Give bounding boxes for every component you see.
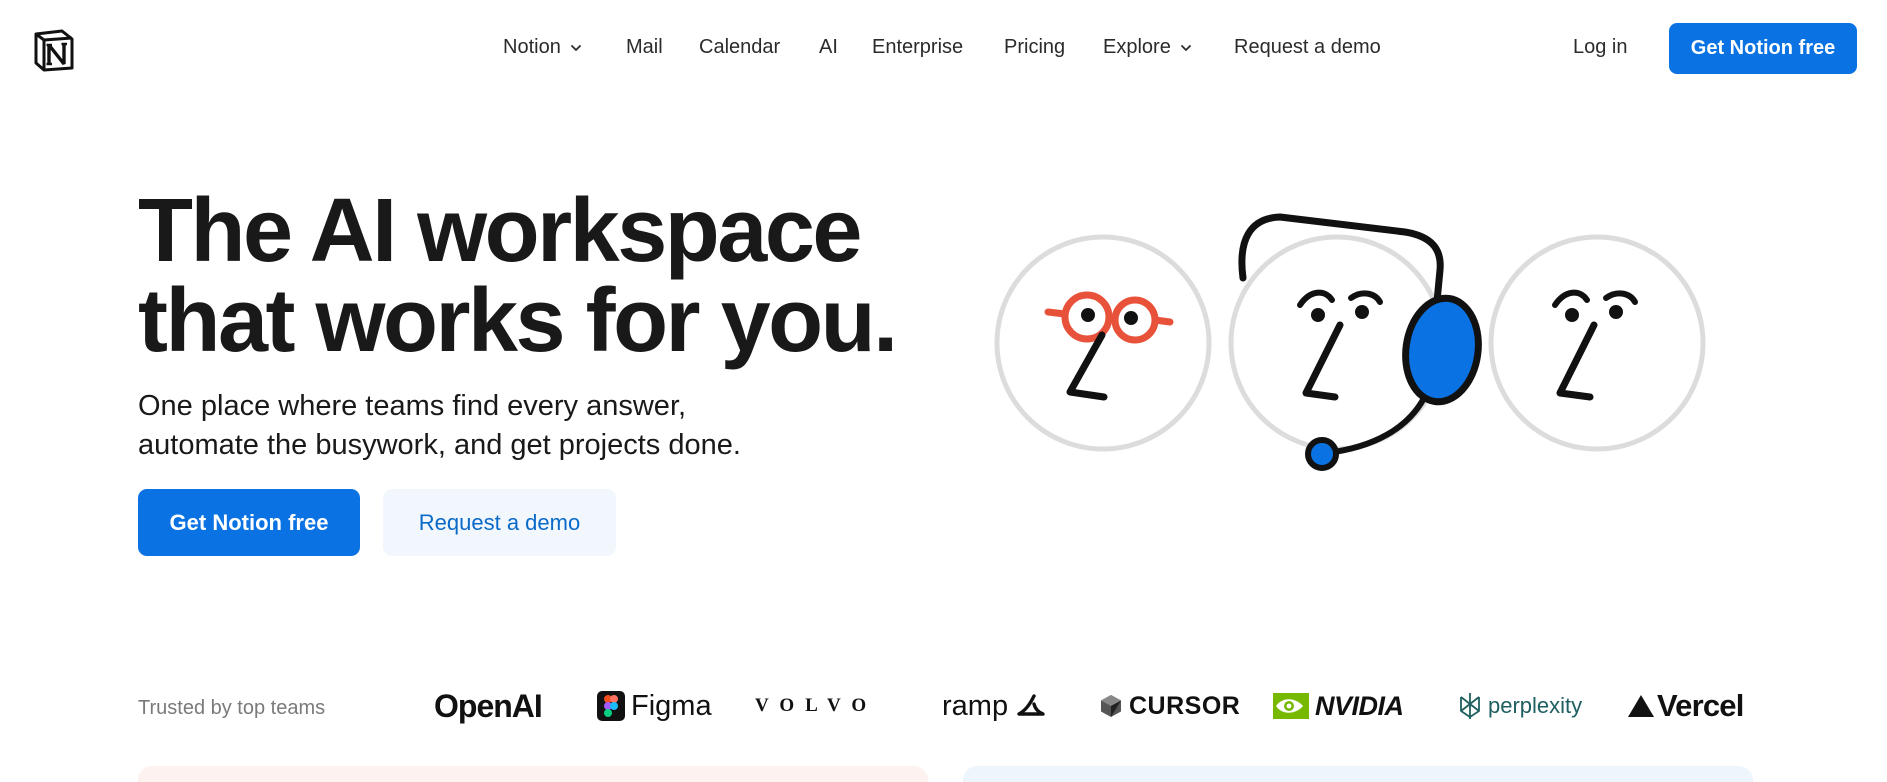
trusted-by-label: Trusted by top teams bbox=[138, 697, 326, 719]
get-notion-free-button[interactable]: Get Notion free bbox=[138, 489, 360, 556]
face-with-glasses-illustration bbox=[994, 234, 1212, 452]
ramp-icon bbox=[1017, 694, 1045, 716]
nav-item-label: Mail bbox=[626, 36, 663, 58]
openai-logo: OpenAI bbox=[434, 687, 543, 724]
nav-item-label: Enterprise bbox=[872, 36, 964, 58]
nav-item-mail[interactable]: Mail bbox=[626, 36, 663, 59]
brand-name: ramp bbox=[942, 689, 1009, 722]
nav-item-explore[interactable]: Explore bbox=[1103, 36, 1193, 59]
feature-card-preview bbox=[138, 766, 928, 782]
hero-subtitle-line: automate the busywork, and get projects … bbox=[138, 429, 741, 461]
figma-logo: Figma bbox=[597, 688, 712, 724]
chevron-down-icon bbox=[570, 44, 581, 51]
nav-item-enterprise[interactable]: Enterprise bbox=[872, 36, 963, 59]
nvidia-eye-icon bbox=[1273, 693, 1309, 719]
brand-name: OpenAI bbox=[434, 687, 543, 724]
cursor-logo: CURSOR bbox=[1099, 688, 1240, 724]
feature-card-preview bbox=[963, 766, 1753, 782]
hero-subtitle-line: One place where teams find every answer, bbox=[138, 390, 687, 422]
figma-icon bbox=[597, 691, 625, 721]
brand-name: perplexity bbox=[1488, 693, 1583, 718]
volvo-logo: VOLVO bbox=[755, 688, 877, 724]
vercel-triangle-icon bbox=[1628, 695, 1654, 717]
request-demo-button[interactable]: Request a demo bbox=[383, 489, 616, 556]
hero-title: The AI workspace that works for you. bbox=[138, 181, 898, 371]
brand-name: Figma bbox=[631, 689, 712, 722]
face-illustration bbox=[1488, 234, 1706, 452]
cursor-cube-icon bbox=[1101, 695, 1121, 717]
nav-item-ai[interactable]: AI bbox=[819, 36, 838, 59]
hero-subtitle: One place where teams find every answer,… bbox=[138, 387, 741, 465]
vercel-logo: Vercel bbox=[1627, 688, 1744, 724]
brand-name: CURSOR bbox=[1129, 691, 1241, 720]
nav-item-label: AI bbox=[819, 36, 838, 58]
chevron-down-icon bbox=[1180, 44, 1191, 51]
nvidia-logo: NVIDIA bbox=[1273, 688, 1404, 724]
ramp-logo: ramp bbox=[942, 688, 1052, 724]
nav-item-label: Request a demo bbox=[1234, 36, 1381, 58]
hero-title-line: The AI workspace bbox=[138, 181, 862, 281]
perplexity-icon bbox=[1460, 693, 1480, 719]
hero-title-line: that works for you. bbox=[138, 271, 898, 371]
nav-item-label: Pricing bbox=[1004, 36, 1066, 58]
top-navigation: Notion Mail Calendar AI Enterprise Prici… bbox=[0, 0, 1887, 98]
nav-item-calendar[interactable]: Calendar bbox=[699, 36, 780, 59]
face-with-headset-illustration bbox=[1228, 213, 1482, 471]
nav-item-notion[interactable]: Notion bbox=[503, 36, 583, 59]
nav-item-label: Notion bbox=[503, 36, 561, 58]
nav-item-label: Explore bbox=[1103, 36, 1171, 58]
nav-item-label: Calendar bbox=[699, 36, 781, 58]
brand-name: Vercel bbox=[1657, 688, 1744, 723]
login-link[interactable]: Log in bbox=[1573, 36, 1628, 59]
brand-name: NVIDIA bbox=[1315, 690, 1404, 721]
perplexity-logo: perplexity bbox=[1458, 688, 1582, 724]
nav-item-request-demo[interactable]: Request a demo bbox=[1234, 36, 1381, 59]
hero-faces-illustration bbox=[994, 213, 1706, 471]
nav-item-pricing[interactable]: Pricing bbox=[1004, 36, 1065, 59]
brand-name: VOLVO bbox=[755, 695, 878, 716]
get-notion-free-nav-button[interactable]: Get Notion free bbox=[1669, 23, 1857, 74]
